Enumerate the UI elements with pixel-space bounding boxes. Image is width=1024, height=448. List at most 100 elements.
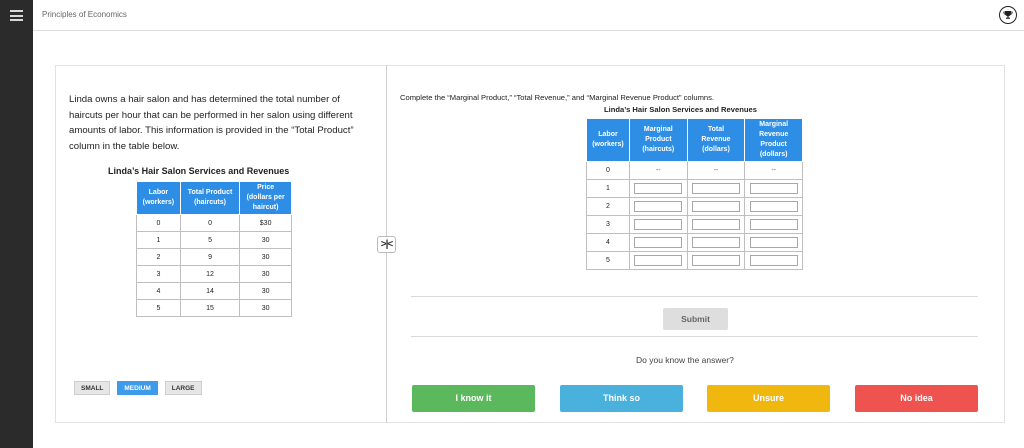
- text-size-controls: SMALL MEDIUM LARGE: [74, 381, 202, 395]
- course-title: Principles of Economics: [42, 10, 127, 19]
- table-cell: 1: [136, 231, 181, 249]
- column-header: Total Revenue (dollars): [686, 118, 746, 162]
- table-cell: [686, 179, 746, 198]
- table-row: 5 15 30: [136, 299, 292, 317]
- column-header-text: Marginal: [643, 126, 673, 133]
- separator: [411, 296, 978, 297]
- table-row: 0 0 $30: [136, 214, 292, 232]
- column-header-text: Product: [760, 141, 787, 148]
- table-cell: [686, 233, 746, 252]
- table-cell: 2: [136, 248, 181, 266]
- answer-input[interactable]: [691, 255, 740, 266]
- column-header-text: haircut): [252, 204, 279, 211]
- think-so-button[interactable]: Think so: [560, 385, 683, 412]
- column-header-text: Marginal: [759, 121, 789, 128]
- table-cell: [744, 197, 803, 216]
- table-cell: [628, 215, 688, 234]
- table-cell: 30: [239, 299, 292, 317]
- table-cell: [628, 179, 688, 198]
- not-applicable-mark: --: [713, 167, 719, 174]
- text-size-small-button[interactable]: SMALL: [74, 381, 111, 395]
- column-header: Marginal Revenue Product (dollars): [744, 118, 803, 162]
- answer-input[interactable]: [749, 201, 798, 212]
- answer-input[interactable]: [634, 183, 683, 194]
- column-header-text: (workers): [142, 199, 175, 206]
- table-row: 3: [586, 215, 803, 234]
- no-idea-button[interactable]: No idea: [855, 385, 978, 412]
- column-header: Labor (workers): [136, 181, 181, 215]
- table-cell: --: [628, 161, 688, 180]
- answer-input[interactable]: [691, 237, 740, 248]
- table-cell: 0: [136, 214, 181, 232]
- table-cell: [744, 251, 803, 270]
- hamburger-menu-icon[interactable]: [10, 10, 23, 21]
- answer-input[interactable]: [691, 201, 740, 212]
- answer-input[interactable]: [634, 237, 683, 248]
- not-applicable-mark: --: [771, 167, 776, 174]
- submit-button[interactable]: Submit: [663, 308, 728, 330]
- table-cell: 0: [179, 214, 241, 232]
- column-header-text: Revenue: [759, 131, 789, 138]
- column-header-text: (haircuts): [642, 146, 675, 153]
- table-row: 0 -- -- --: [586, 161, 803, 180]
- answer-table: Labor (workers) Marginal Product (haircuts) T…: [586, 118, 803, 270]
- column-header: Labor (workers): [586, 118, 630, 162]
- table-cell: 5: [136, 299, 181, 317]
- column-header-text: Price: [257, 184, 275, 191]
- text-size-medium-button[interactable]: MEDIUM: [117, 381, 158, 395]
- i-know-it-button[interactable]: I know it: [412, 385, 535, 412]
- table-row: 3 12 30: [136, 265, 292, 283]
- column-header: Marginal Product (haircuts): [628, 118, 688, 162]
- table-cell: 30: [239, 248, 292, 266]
- table-row: 1: [586, 179, 803, 198]
- task-instruction: Complete the “Marginal Product,” “Total …: [400, 93, 715, 102]
- table-cell: 3: [136, 265, 181, 283]
- answer-input[interactable]: [749, 183, 798, 194]
- table-cell: [686, 215, 746, 234]
- column-header-text: Product: [645, 136, 672, 143]
- column-header-text: Total Product: [187, 189, 233, 196]
- salon-data-table: Labor (workers) Total Product (haircuts) Pri…: [136, 181, 292, 317]
- table-cell: 14: [179, 282, 241, 300]
- resize-panel-icon[interactable]: >|<: [377, 236, 396, 253]
- answer-input[interactable]: [634, 219, 683, 230]
- table-cell: 12: [179, 265, 241, 283]
- answer-input[interactable]: [691, 219, 740, 230]
- labor-cell: 5: [586, 251, 630, 270]
- table-cell: [686, 197, 746, 216]
- table-row: 5: [586, 251, 803, 270]
- table-row: 2: [586, 197, 803, 216]
- column-header-text: (dollars): [702, 146, 730, 153]
- table-cell: [744, 233, 803, 252]
- answer-input[interactable]: [634, 255, 683, 266]
- answer-input[interactable]: [749, 255, 798, 266]
- table-row: 4 14 30: [136, 282, 292, 300]
- table-cell: [628, 233, 688, 252]
- column-header-text: (dollars): [759, 151, 788, 158]
- labor-cell: 3: [586, 215, 630, 234]
- table-row: 2 9 30: [136, 248, 292, 266]
- labor-cell: 4: [586, 233, 630, 252]
- answer-input[interactable]: [749, 219, 798, 230]
- trophy-icon[interactable]: [999, 6, 1017, 24]
- table-cell: 15: [179, 299, 241, 317]
- labor-cell: 0: [586, 161, 630, 180]
- problem-intro: Linda owns a hair salon and has determin…: [69, 94, 354, 152]
- column-header-text: (haircuts): [194, 199, 226, 206]
- column-header: Total Product (haircuts): [179, 181, 241, 215]
- column-header-text: (dollars per: [246, 194, 285, 201]
- column-header-text: Labor: [598, 131, 618, 138]
- column-header: Price (dollars per haircut): [239, 181, 292, 215]
- table-cell: 9: [179, 248, 241, 266]
- table-cell: [628, 251, 688, 270]
- labor-cell: 2: [586, 197, 630, 216]
- unsure-button[interactable]: Unsure: [707, 385, 830, 412]
- answer-input[interactable]: [749, 237, 798, 248]
- answer-input[interactable]: [634, 201, 683, 212]
- table-row: 4: [586, 233, 803, 252]
- table-cell: [628, 197, 688, 216]
- text-size-large-button[interactable]: LARGE: [164, 381, 202, 395]
- answer-input[interactable]: [691, 183, 740, 194]
- separator: [411, 336, 978, 337]
- top-bar: Principles of Economics: [33, 0, 1024, 31]
